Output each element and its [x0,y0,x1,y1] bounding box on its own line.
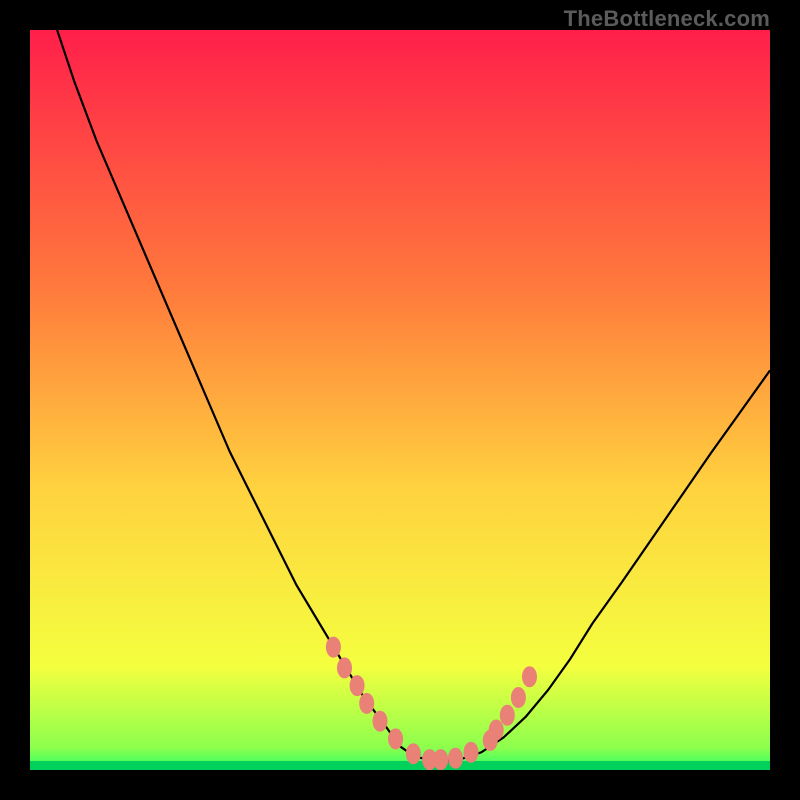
chart-frame [30,30,770,770]
watermark-text: TheBottleneck.com [564,6,770,32]
plot-area [30,30,770,770]
background-gradient [30,30,770,770]
